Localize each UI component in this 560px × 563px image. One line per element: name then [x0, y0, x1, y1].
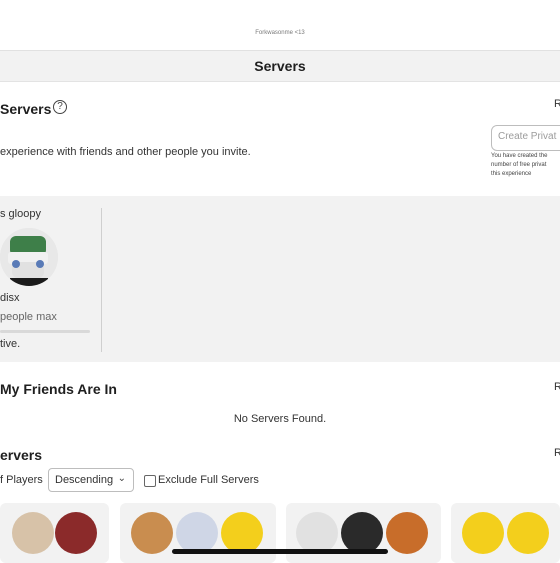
- top-strip: [0, 0, 560, 51]
- server-capacity: people max: [0, 311, 57, 323]
- help-icon[interactable]: ?: [53, 100, 67, 114]
- avatar-thumbnail[interactable]: [462, 512, 504, 554]
- note-line: You have created the: [491, 153, 548, 159]
- refresh-button-fragment[interactable]: R: [554, 98, 560, 110]
- create-private-server-label: Create Privat: [498, 131, 557, 142]
- private-servers-description: experience with friends and other people…: [0, 146, 251, 158]
- server-owner[interactable]: disx: [0, 292, 20, 304]
- server-name: s gloopy: [0, 208, 41, 220]
- friends-empty-state: No Servers Found.: [233, 413, 327, 425]
- note-line: number of free privat: [491, 162, 547, 168]
- server-status: tive.: [0, 338, 21, 350]
- home-indicator: [172, 549, 388, 554]
- exclude-full-servers-label: Exclude Full Servers: [158, 474, 259, 486]
- sort-label: f Players: [0, 474, 43, 486]
- servers-refresh-fragment[interactable]: R: [554, 447, 560, 459]
- page-caption: Forkwasonme <13: [255, 30, 305, 36]
- avatar-thumbnail[interactable]: [221, 512, 263, 554]
- avatar-thumbnail[interactable]: [12, 512, 54, 554]
- servers-section-title: ervers: [0, 447, 43, 463]
- avatar-thumbnail[interactable]: [55, 512, 97, 554]
- sort-dropdown-value: Descending: [55, 474, 114, 486]
- avatar-thumbnail[interactable]: [176, 512, 218, 554]
- tab-servers[interactable]: Servers: [0, 58, 560, 74]
- chevron-down-icon: ⌄: [117, 473, 126, 484]
- avatar-image: [0, 228, 58, 286]
- avatar-thumbnail[interactable]: [131, 512, 173, 554]
- exclude-full-servers-checkbox[interactable]: [144, 475, 156, 487]
- server-capacity-bar: [0, 330, 90, 333]
- avatar-thumbnail[interactable]: [341, 512, 383, 554]
- avatar-thumbnail[interactable]: [386, 512, 428, 554]
- avatar-thumbnail[interactable]: [507, 512, 549, 554]
- panel-divider: [101, 208, 102, 352]
- friends-refresh-fragment[interactable]: R: [554, 381, 560, 393]
- private-server-panel: [0, 196, 560, 362]
- sort-dropdown[interactable]: Descending ⌄: [48, 468, 134, 492]
- friends-section-title: My Friends Are In: [0, 381, 117, 397]
- private-servers-title: Servers: [0, 101, 52, 117]
- note-line: this experience: [491, 171, 532, 177]
- avatar[interactable]: [0, 228, 58, 286]
- private-server-note: You have created the number of free priv…: [491, 152, 548, 179]
- avatar-thumbnail[interactable]: [296, 512, 338, 554]
